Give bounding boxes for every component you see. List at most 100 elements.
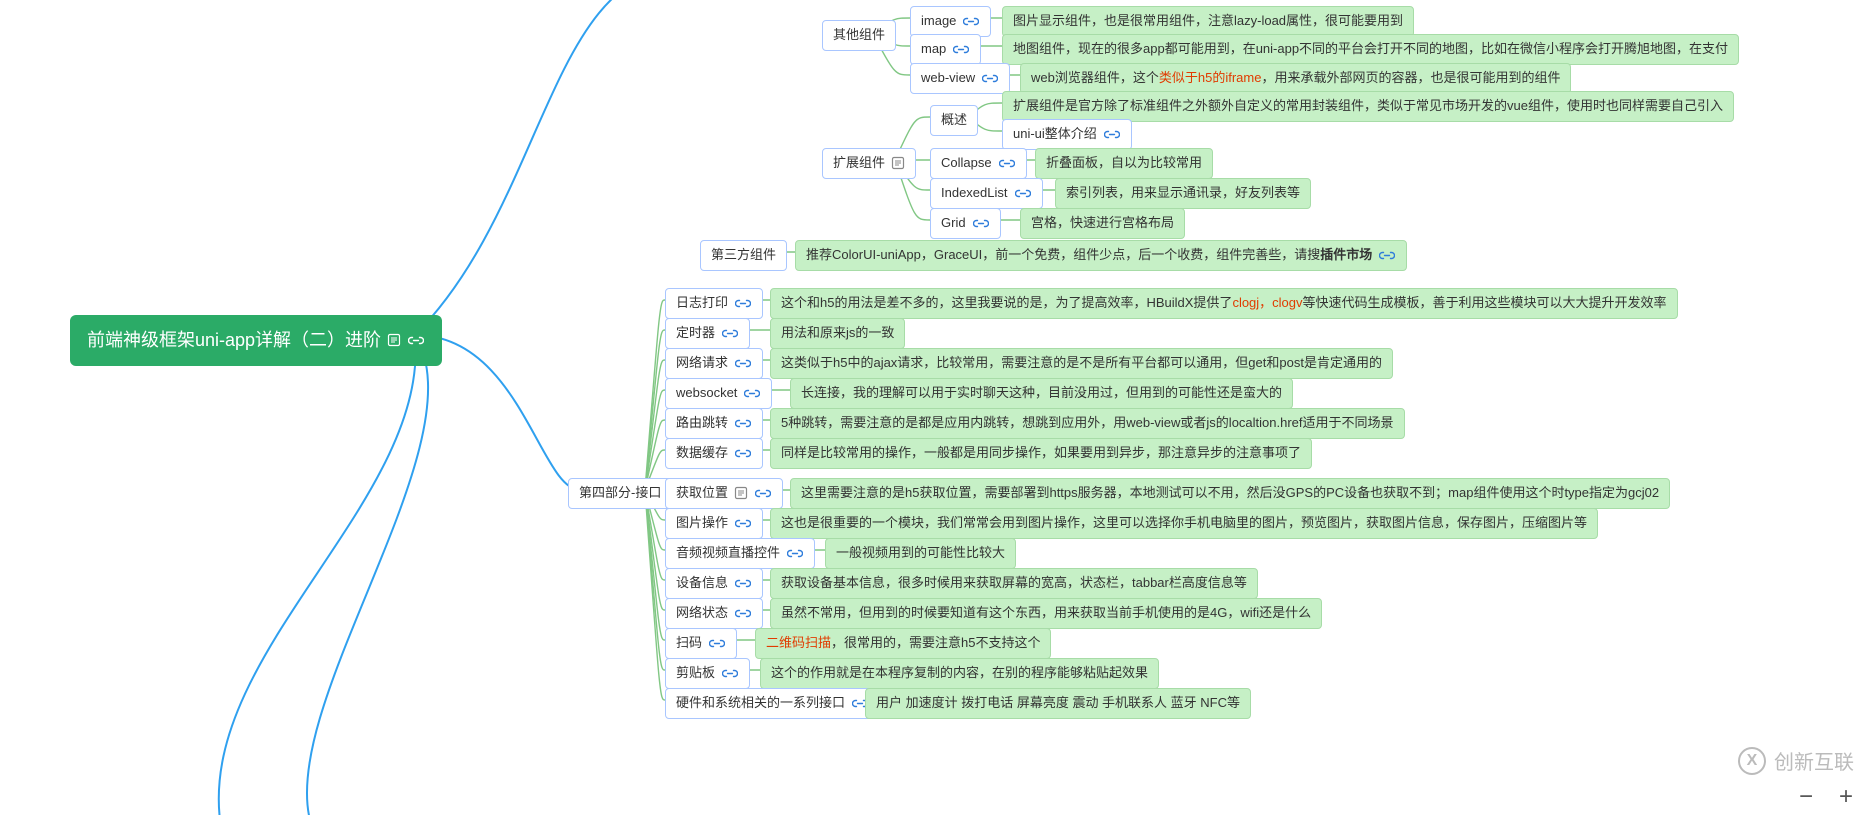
node-log[interactable]: 日志打印 [665,288,763,319]
node-label: 获取位置 [676,483,728,504]
link-icon [721,326,739,340]
desc-scan[interactable]: 二维码扫描，很常用的，需要注意h5不支持这个 [755,628,1051,659]
desc-net[interactable]: 这类似于h5中的ajax请求，比较常用，需要注意的是不是所有平台都可以通用，但g… [770,348,1393,379]
node-route[interactable]: 路由跳转 [665,408,763,439]
node-label: websocket [676,383,737,404]
node-label: 网络请求 [676,353,728,374]
node-map[interactable]: map [910,34,981,65]
link-icon [734,356,752,370]
zoom-in-button[interactable]: + [1834,783,1858,811]
desc-text: uni-ui整体介绍 [1013,124,1097,145]
node-hw[interactable]: 硬件和系统相关的一系列接口 [665,688,880,719]
desc-text: 获取设备基本信息，很多时候用来获取屏幕的宽高，状态栏，tabbar栏高度信息等 [781,573,1247,594]
node-webview[interactable]: web-view [910,63,1010,94]
mindmap-canvas[interactable]: 前端神级框架uni-app详解（二）进阶 其他组件 image 图片显示组件，也… [0,0,1868,815]
node-label: 剪贴板 [676,663,715,684]
node-clip[interactable]: 剪贴板 [665,658,750,689]
link-icon [734,446,752,460]
link-icon [952,42,970,56]
link-icon [734,606,752,620]
link-icon [786,546,804,560]
desc-text: 一般视频用到的可能性比较大 [836,543,1005,564]
node-media[interactable]: 音频视频直播控件 [665,538,815,569]
branch-other-components[interactable]: 其他组件 [822,20,896,51]
node-collapse[interactable]: Collapse [930,148,1027,179]
node-scan[interactable]: 扫码 [665,628,737,659]
branch-label: 扩展组件 [833,153,885,174]
node-label: 概述 [941,110,967,131]
desc-route[interactable]: 5种跳转，需要注意的是都是应用内跳转，想跳到应用外，用web-view或者js的… [770,408,1405,439]
desc-log[interactable]: 这个和h5的用法是差不多的，这里我要说的是，为了提高效率，HBuildX提供了c… [770,288,1678,319]
node-network[interactable]: 网络状态 [665,598,763,629]
link-icon [734,416,752,430]
node-device[interactable]: 设备信息 [665,568,763,599]
link-icon [972,216,990,230]
node-cache[interactable]: 数据缓存 [665,438,763,469]
desc-timer[interactable]: 用法和原来js的一致 [770,318,905,349]
branch-part4[interactable]: 第四部分-接口 [568,478,672,509]
node-label: Collapse [941,153,992,174]
node-label: 扫码 [676,633,702,654]
branch-label: 其他组件 [833,25,885,46]
desc-indexed[interactable]: 索引列表，用来显示通讯录，好友列表等 [1055,178,1311,209]
link-icon [1103,127,1121,141]
desc-text: 这里需要注意的是h5获取位置，需要部署到https服务器，本地测试可以不用，然后… [801,483,1659,504]
desc-text: 5种跳转，需要注意的是都是应用内跳转，想跳到应用外，用web-view或者js的… [781,413,1394,434]
desc-text: 虽然不常用，但用到的时候要知道有这个东西，用来获取当前手机使用的是4G，wifi… [781,603,1311,624]
desc-image[interactable]: 图片显示组件，也是很常用组件，注意lazy-load属性，很可能要用到 [1002,6,1414,37]
link-icon [981,71,999,85]
desc-network[interactable]: 虽然不常用，但用到的时候要知道有这个东西，用来获取当前手机使用的是4G，wifi… [770,598,1322,629]
desc-media[interactable]: 一般视频用到的可能性比较大 [825,538,1016,569]
desc-collapse[interactable]: 折叠面板，自以为比较常用 [1035,148,1213,179]
desc-overview1[interactable]: 扩展组件是官方除了标准组件之外额外自定义的常用封装组件，类似于常见市场开发的vu… [1002,91,1734,122]
desc-text: 用户 加速度计 拨打电话 屏幕亮度 震动 手机联系人 蓝牙 NFC等 [876,693,1240,714]
node-label: image [921,11,956,32]
link-icon [734,516,752,530]
desc-text: 推荐ColorUI-uniApp，GraceUI，前一个免费，组件少点，后一个收… [806,245,1372,266]
desc-webview[interactable]: web浏览器组件，这个类似于h5的iframe，用来承载外部网页的容器，也是很可… [1020,63,1571,94]
note-icon [891,156,905,170]
desc-text: 图片显示组件，也是很常用组件，注意lazy-load属性，很可能要用到 [1013,11,1403,32]
node-ws[interactable]: websocket [665,378,772,409]
desc-grid[interactable]: 宫格，快速进行宫格布局 [1020,208,1185,239]
desc-cache[interactable]: 同样是比较常用的操作，一般都是用同步操作，如果要用到异步，那注意异步的注意事项了 [770,438,1312,469]
link-icon [754,486,772,500]
node-overview[interactable]: 概述 [930,105,978,136]
zoom-out-button[interactable]: − [1794,783,1818,811]
desc-clip[interactable]: 这个的作用就是在本程序复制的内容，在别的程序能够粘贴起效果 [760,658,1159,689]
desc-overview2[interactable]: uni-ui整体介绍 [1002,119,1132,150]
branch-third-party[interactable]: 第三方组件 [700,240,787,271]
node-label: 硬件和系统相关的一系列接口 [676,693,845,714]
desc-text: 同样是比较常用的操作，一般都是用同步操作，如果要用到异步，那注意异步的注意事项了 [781,443,1301,464]
node-net[interactable]: 网络请求 [665,348,763,379]
desc-text: 扩展组件是官方除了标准组件之外额外自定义的常用封装组件，类似于常见市场开发的vu… [1013,96,1723,117]
node-image[interactable]: image [910,6,991,37]
desc-img[interactable]: 这也是很重要的一个模块，我们常常会用到图片操作，这里可以选择你手机电脑里的图片，… [770,508,1598,539]
desc-map[interactable]: 地图组件，现在的很多app都可能用到，在uni-app不同的平台会打开不同的地图… [1002,34,1739,65]
node-indexed[interactable]: IndexedList [930,178,1043,209]
link-icon [721,666,739,680]
note-icon [387,333,401,347]
desc-third-party[interactable]: 推荐ColorUI-uniApp，GraceUI，前一个免费，组件少点，后一个收… [795,240,1407,271]
node-label: 音频视频直播控件 [676,543,780,564]
watermark: X 创新互联 [1738,746,1854,775]
node-grid[interactable]: Grid [930,208,1001,239]
desc-loc[interactable]: 这里需要注意的是h5获取位置，需要部署到https服务器，本地测试可以不用，然后… [790,478,1670,509]
node-label: 路由跳转 [676,413,728,434]
watermark-icon: X [1738,747,1766,775]
branch-ext-components[interactable]: 扩展组件 [822,148,916,179]
desc-text: 折叠面板，自以为比较常用 [1046,153,1202,174]
root-title: 前端神级框架uni-app详解（二）进阶 [87,326,381,355]
node-img[interactable]: 图片操作 [665,508,763,539]
node-timer[interactable]: 定时器 [665,318,750,349]
desc-text: 这也是很重要的一个模块，我们常常会用到图片操作，这里可以选择你手机电脑里的图片，… [781,513,1587,534]
link-icon [743,386,761,400]
desc-device[interactable]: 获取设备基本信息，很多时候用来获取屏幕的宽高，状态栏，tabbar栏高度信息等 [770,568,1258,599]
desc-hw[interactable]: 用户 加速度计 拨打电话 屏幕亮度 震动 手机联系人 蓝牙 NFC等 [865,688,1251,719]
link-icon [1378,248,1396,262]
root-node[interactable]: 前端神级框架uni-app详解（二）进阶 [70,315,442,366]
note-icon [734,486,748,500]
desc-ws[interactable]: 长连接，我的理解可以用于实时聊天这种，目前没用过，但用到的可能性还是蛮大的 [790,378,1293,409]
node-loc[interactable]: 获取位置 [665,478,783,509]
node-label: 定时器 [676,323,715,344]
